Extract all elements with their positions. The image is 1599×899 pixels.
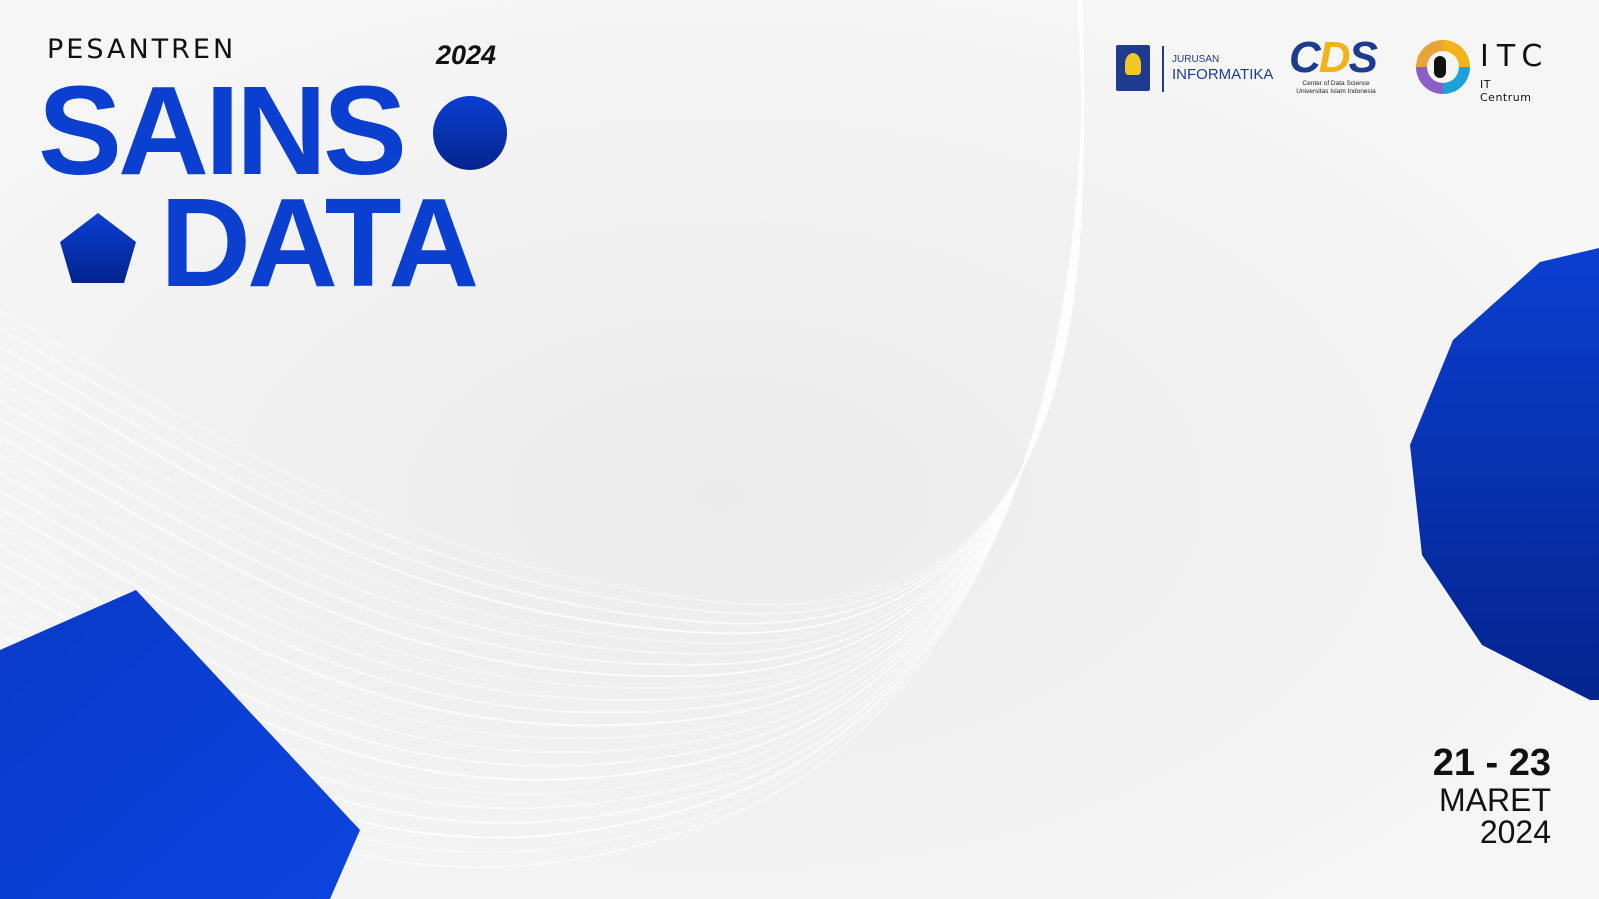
- event-year: 2024: [436, 40, 497, 70]
- informatika-logo: JURUSAN INFORMATIKA: [1116, 42, 1273, 94]
- uii-crest-icon: [1116, 45, 1150, 91]
- date-year: 2024: [1479, 814, 1551, 850]
- event-date: 21 - 23 MARET 2024: [1433, 744, 1551, 848]
- blue-circle-shape: [433, 96, 507, 170]
- itc-subtitle: IT Centrum: [1480, 78, 1532, 104]
- date-month: MARET: [1439, 782, 1551, 818]
- itc-ring-icon: [1416, 40, 1470, 94]
- logo-divider: [1162, 46, 1164, 92]
- informatika-label: INFORMATIKA: [1172, 66, 1274, 83]
- cds-mark-icon: CDS: [1289, 33, 1378, 82]
- title-data: DATA: [160, 172, 479, 313]
- cds-logo: CDS Center of Data Science Universitas I…: [1289, 36, 1383, 100]
- date-days: 21 - 23: [1432, 742, 1551, 784]
- itc-label: ITC: [1480, 39, 1551, 74]
- cds-subtitle: Center of Data Science Universitas Islam…: [1296, 80, 1376, 96]
- jurusan-label: JURUSAN: [1172, 54, 1220, 65]
- itc-logo: ITC IT Centrum: [1416, 40, 1546, 104]
